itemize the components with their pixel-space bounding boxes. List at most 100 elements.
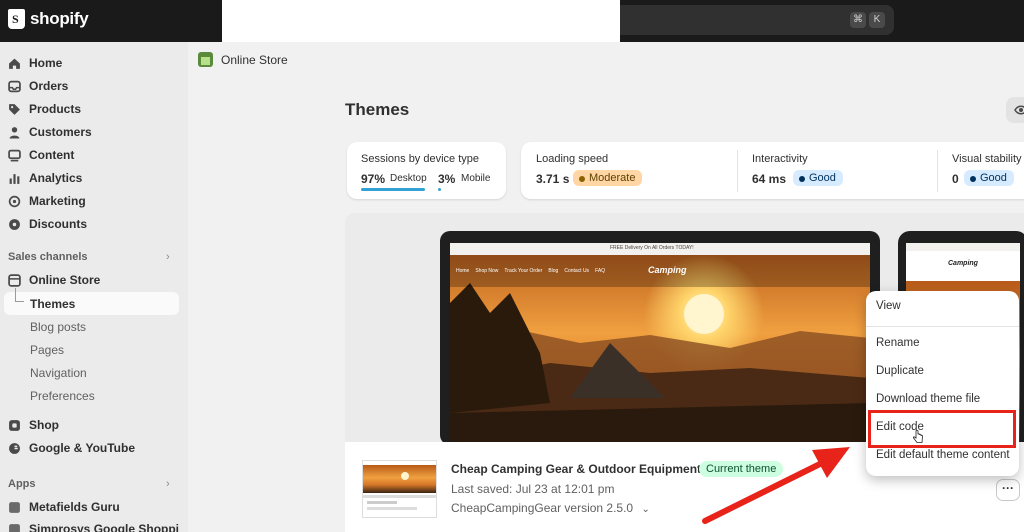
sidebar-item-shop[interactable]: Shop — [8, 414, 59, 436]
interactivity-label: Interactivity — [752, 153, 808, 165]
preview-nav-item: Contact Us — [564, 268, 590, 274]
badge-label: Good — [809, 172, 836, 184]
sidebar-item-label: Simprosys Google Shoppi — [29, 522, 180, 532]
sidebar-item-discounts[interactable]: Discounts — [8, 213, 87, 235]
loading-speed-label: Loading speed — [536, 153, 609, 165]
badge-label: Good — [980, 172, 1007, 184]
sidebar-subitem-blog-posts[interactable]: Blog posts — [30, 320, 86, 334]
sidebar-subitem-preferences[interactable]: Preferences — [30, 389, 95, 403]
menu-item-download-theme-file[interactable]: Download theme file — [876, 393, 980, 405]
preview-brand-logo: Camping — [648, 265, 687, 275]
search-input[interactable] — [222, 0, 620, 42]
divider — [937, 150, 938, 192]
view-store-button[interactable] — [1006, 97, 1024, 123]
breadcrumb-label[interactable]: Online Store — [221, 53, 288, 67]
more-actions-button[interactable]: ··· — [996, 479, 1020, 501]
menu-item-view[interactable]: View — [876, 300, 901, 312]
good-badge: Good — [964, 170, 1014, 186]
desktop-preview-screen[interactable]: FREE Delivery On All Orders TODAY! Home … — [450, 243, 870, 443]
status-dot-icon — [799, 176, 805, 182]
theme-version[interactable]: CheapCampingGear version 2.5.0 ⌄ — [451, 501, 650, 515]
sidebar-item-analytics[interactable]: Analytics — [8, 167, 82, 189]
shopify-logo[interactable]: shopify — [8, 9, 89, 29]
sidebar-item-orders[interactable]: Orders — [8, 75, 68, 97]
loading-speed-value: 3.71 s — [536, 172, 570, 186]
mobile-bar — [438, 188, 441, 191]
home-icon — [8, 57, 21, 70]
menu-item-edit-default-theme-content[interactable]: Edit default theme content — [876, 449, 1010, 461]
chevron-down-icon: ⌄ — [641, 504, 650, 515]
menu-item-rename[interactable]: Rename — [876, 337, 919, 349]
sidebar-item-label: Orders — [29, 79, 69, 93]
menu-item-duplicate[interactable]: Duplicate — [876, 365, 924, 377]
preview-banner: FREE Delivery On All Orders TODAY! — [610, 245, 694, 251]
sidebar-item-metafields-guru[interactable]: Metafields Guru — [8, 496, 120, 518]
eye-icon — [1014, 105, 1024, 115]
chevron-right-icon[interactable]: › — [166, 251, 170, 263]
sidebar-item-label: Metafields Guru — [29, 500, 120, 514]
status-dot-icon — [970, 176, 976, 182]
sidebar-subitem-themes[interactable]: Themes — [30, 297, 75, 311]
sidebar-item-home[interactable]: Home — [8, 52, 62, 74]
sidebar-subitem-navigation[interactable]: Navigation — [30, 366, 87, 380]
sidebar-item-label: Analytics — [29, 171, 83, 185]
current-theme-badge: Current theme — [699, 461, 784, 477]
interactivity-value: 64 ms — [752, 172, 787, 186]
sidebar-item-label: Discounts — [29, 217, 88, 231]
bar-chart-icon — [8, 172, 21, 185]
theme-name: Cheap Camping Gear & Outdoor Equipment — [451, 462, 702, 476]
sidebar-item-label: Customers — [29, 125, 92, 139]
app-icon — [8, 501, 21, 514]
preview-nav-item: Track Your Order — [504, 268, 543, 274]
sidebar-item-label: Content — [29, 148, 75, 162]
theme-thumbnail-image — [363, 461, 436, 517]
preview-nav-item: Shop Now — [475, 268, 499, 274]
desktop-percent: 97% — [361, 172, 386, 186]
apps-label[interactable]: Apps — [8, 478, 36, 490]
visual-stability-label: Visual stability — [952, 153, 1022, 165]
sidebar-item-simprosys[interactable]: Simprosys Google Shoppi — [8, 518, 179, 532]
cmd-key-icon: ⌘ — [850, 12, 866, 28]
preview-nav-item: FAQ — [595, 268, 606, 274]
store-icon — [8, 273, 21, 287]
logo-text: shopify — [30, 9, 89, 28]
desktop-bar — [361, 188, 425, 191]
preview-nav-item: Home — [456, 268, 470, 274]
sidebar-item-label: Products — [29, 102, 82, 116]
mobile-percent: 3% — [438, 172, 456, 186]
theme-version-label: CheapCampingGear version 2.5.0 — [451, 501, 634, 515]
desktop-label: Desktop — [390, 173, 427, 184]
person-icon — [8, 126, 21, 139]
sidebar-subitem-pages[interactable]: Pages — [30, 343, 64, 357]
moderate-badge: Moderate — [573, 170, 643, 186]
sales-channels-label[interactable]: Sales channels — [8, 251, 88, 263]
tag-icon — [8, 103, 21, 116]
theme-thumbnail[interactable] — [362, 460, 437, 518]
shop-icon — [8, 419, 21, 432]
shopify-bag-icon — [8, 9, 25, 29]
chevron-right-icon[interactable]: › — [166, 478, 170, 490]
sidebar-item-label: Online Store — [29, 273, 101, 287]
discount-icon — [8, 218, 21, 231]
target-icon — [8, 195, 21, 208]
status-dot-icon — [579, 176, 585, 182]
google-icon — [8, 442, 21, 455]
app-icon — [8, 523, 21, 532]
sidebar-item-label: Shop — [29, 418, 59, 432]
k-key-icon: K — [869, 12, 885, 28]
last-saved-text: Last saved: Jul 23 at 12:01 pm — [451, 482, 615, 496]
sessions-label: Sessions by device type — [361, 153, 480, 165]
sidebar-item-customers[interactable]: Customers — [8, 121, 92, 143]
mobile-brand-logo: Camping — [948, 260, 978, 267]
visual-stability-value: 0 — [952, 172, 959, 186]
menu-separator — [866, 326, 1019, 327]
sidebar-item-google-youtube[interactable]: Google & YouTube — [8, 437, 135, 459]
online-store-icon — [198, 52, 213, 67]
sidebar-item-marketing[interactable]: Marketing — [8, 190, 86, 212]
sidebar-item-products[interactable]: Products — [8, 98, 81, 120]
top-bar: shopify ⌘ K — [0, 0, 1024, 42]
edit-code-highlight — [868, 410, 1016, 448]
divider — [737, 150, 738, 192]
sidebar-item-content[interactable]: Content — [8, 144, 74, 166]
breadcrumb: Online Store — [198, 52, 288, 67]
